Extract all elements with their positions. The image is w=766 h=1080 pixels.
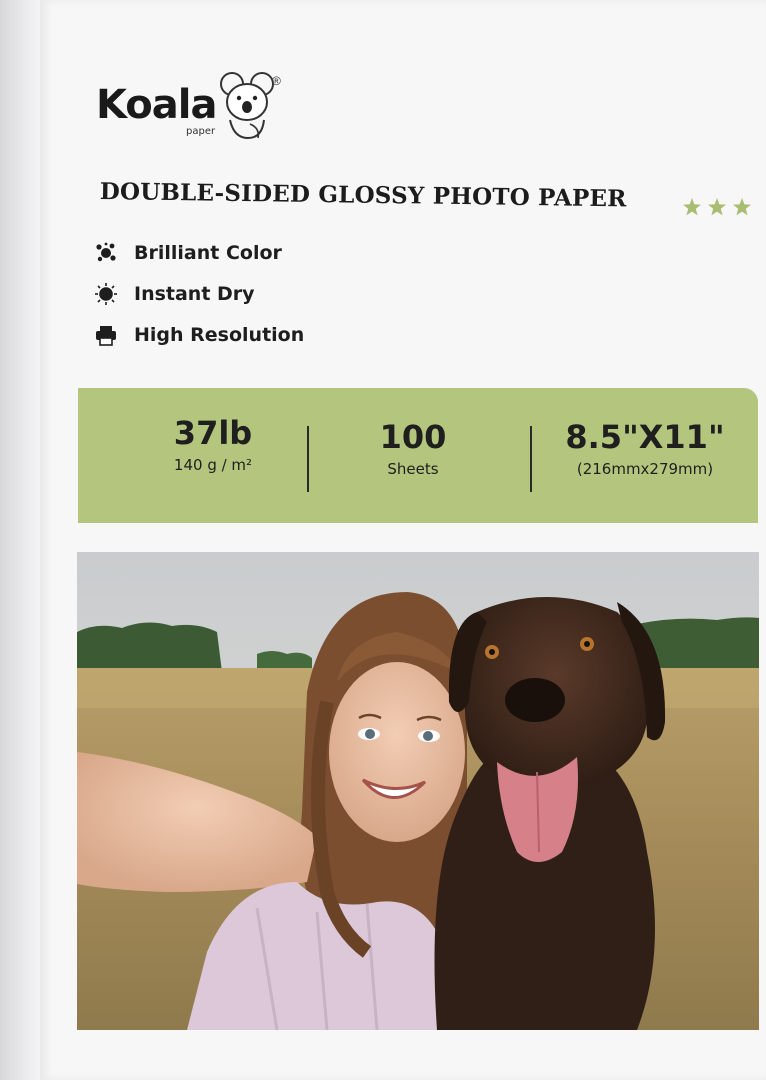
spec-divider (530, 426, 532, 492)
spec-weight-detail: 140 g / m² (173, 456, 253, 474)
printer-icon (94, 323, 118, 347)
spec-bar: 37lb 140 g / m² 100 Sheets 8.5"X11" (216… (78, 388, 758, 523)
spec-count-detail: Sheets (387, 460, 439, 478)
koala-icon (220, 72, 274, 140)
package-spine (0, 0, 40, 1080)
spec-weight: 37lb 140 g / m² (118, 388, 308, 523)
feature-label: High Resolution (134, 323, 305, 346)
feature-item: Brilliant Color (94, 232, 304, 273)
registered-mark: ® (272, 74, 281, 88)
spec-count: 100 Sheets (318, 388, 508, 523)
spec-size-detail: (216mmx279mm) (576, 460, 714, 478)
spec-divider (307, 426, 309, 492)
brand-name: Koala (96, 82, 217, 128)
spec-count-value: 100 (379, 418, 447, 456)
spec-size-value: 8.5"X11" (565, 418, 725, 456)
feature-label: Instant Dry (134, 282, 255, 305)
feature-item: Instant Dry (94, 273, 304, 314)
brand-logo: Koala paper ® (96, 70, 316, 150)
sun-icon (94, 282, 118, 306)
rating-stars (683, 198, 751, 216)
star-icon (733, 198, 751, 216)
spec-size: 8.5"X11" (216mmx279mm) (540, 388, 750, 523)
feature-item: High Resolution (94, 314, 304, 355)
brand-sub: paper (186, 126, 216, 137)
girl-and-dog-photo (77, 552, 759, 1030)
splash-icon (94, 241, 118, 265)
product-photo (77, 552, 759, 1030)
feature-label: Brilliant Color (134, 241, 282, 264)
spec-weight-value: 37lb (173, 414, 253, 452)
star-icon (708, 198, 726, 216)
photo-paper-package: Koala paper ® DOUBLE-SIDED GLOSSY PHOTO … (0, 0, 766, 1080)
feature-list: Brilliant Color Instant Dry High Resolut… (94, 232, 304, 355)
star-icon (683, 198, 701, 216)
